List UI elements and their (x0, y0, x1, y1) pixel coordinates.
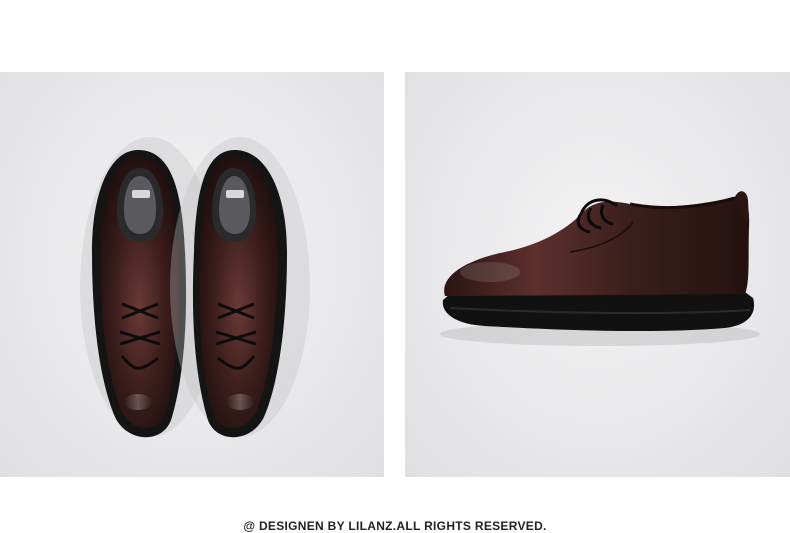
shoes-top-view-illustration (80, 137, 310, 438)
left-shoe-insole-label (132, 190, 150, 198)
right-shoe-insole-label (226, 190, 244, 198)
toe-shine (460, 262, 520, 282)
right-shoe-toe-shine (226, 394, 254, 410)
left-shoe-insole (124, 176, 156, 234)
copyright-caption: @ DESIGNEN BY LILANZ.ALL RIGHTS RESERVED… (243, 519, 547, 533)
product-photo-top-view (0, 72, 384, 477)
shoe-side-view-illustration (440, 191, 760, 346)
left-shoe-toe-shine (124, 394, 152, 410)
product-photo-side-view (405, 72, 790, 477)
